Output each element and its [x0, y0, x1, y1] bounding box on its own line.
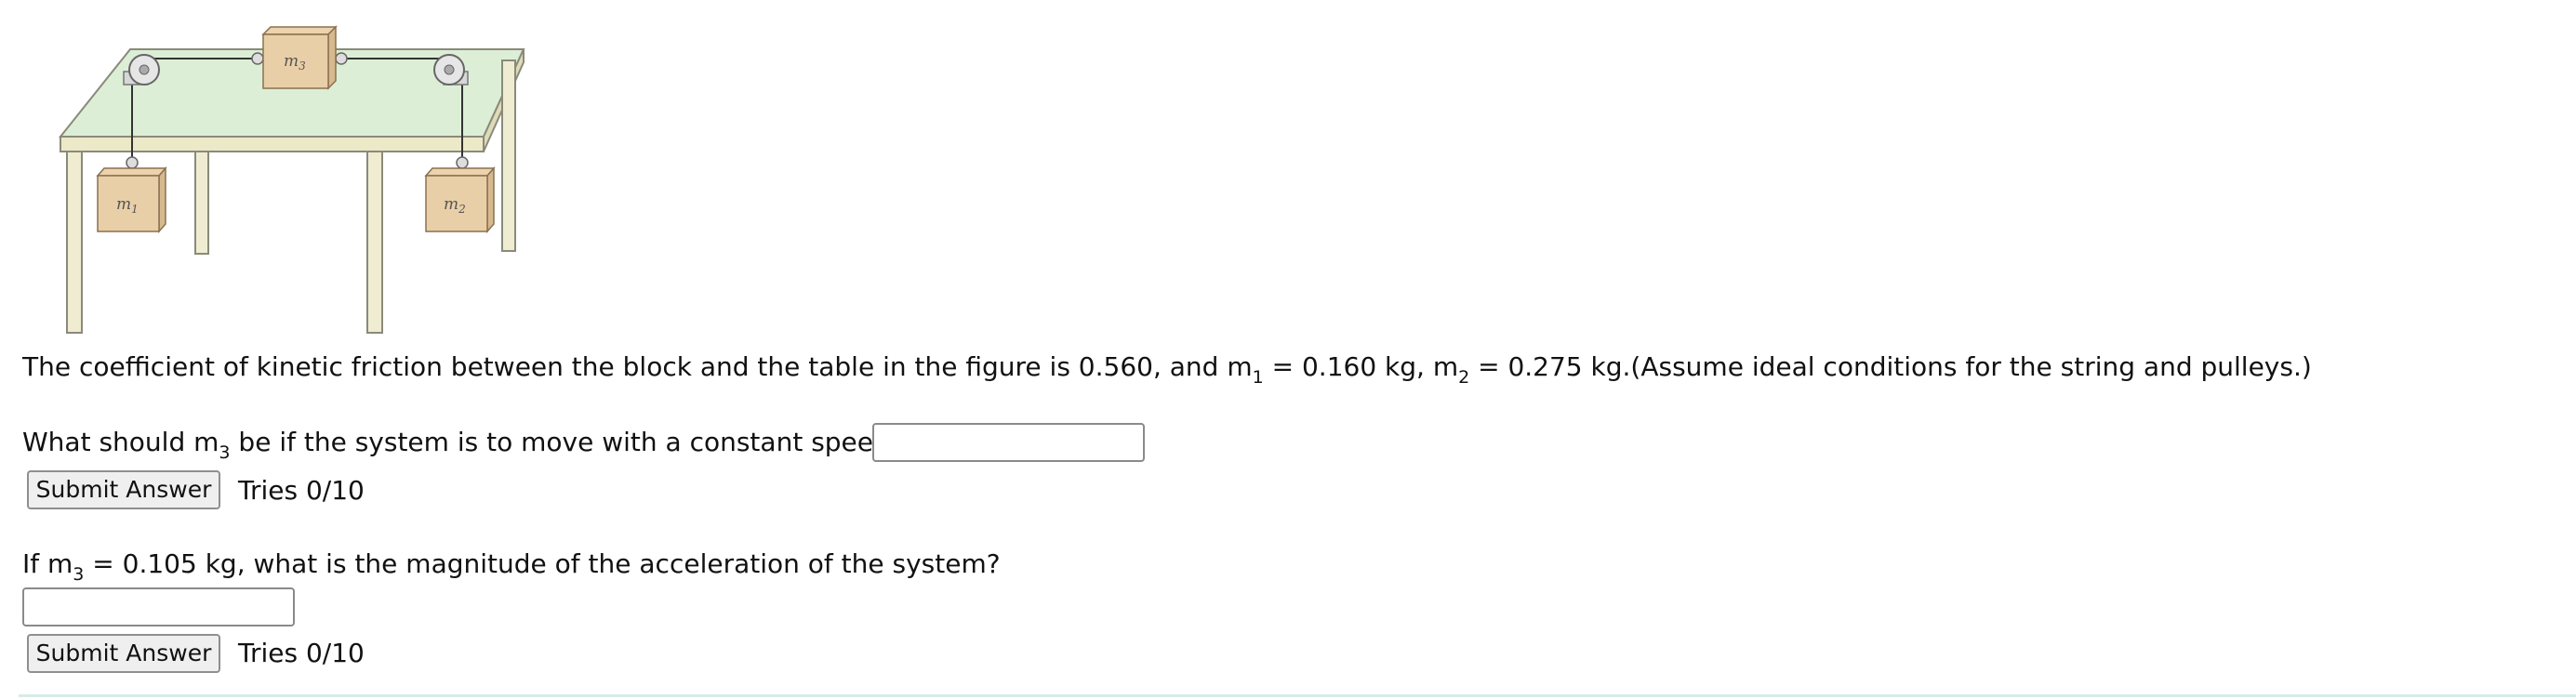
table-leg-front-right [366, 151, 383, 334]
block-m1: m1 [96, 166, 167, 233]
hook-m3-left [251, 52, 264, 65]
statement-part1: The coefficient of kinetic friction betw… [22, 351, 1253, 382]
table-leg-front-left [66, 151, 83, 334]
question2-submit-button[interactable]: Submit Answer [27, 634, 220, 673]
question1-prefix: What should m [22, 427, 219, 457]
statement-sub1: 1 [1252, 367, 1264, 388]
question1-submit-button[interactable]: Submit Answer [27, 470, 220, 509]
hook-m3-right [335, 52, 348, 65]
question2-tries: Tries 0/10 [238, 638, 365, 668]
statement-sub2: 2 [1458, 367, 1470, 388]
question1-suffix: be if the system is to move with a const… [230, 427, 904, 457]
question1-sub: 3 [219, 442, 231, 463]
hook-m1 [126, 156, 139, 169]
bottom-divider [19, 694, 2576, 697]
statement-part3: = 0.275 kg.(Assume ideal conditions for … [1469, 351, 2312, 382]
question2-suffix: = 0.105 kg, what is the magnitude of the… [84, 548, 1001, 579]
table-leg-back-right [501, 59, 516, 252]
question1-text: What should m3 be if the system is to mo… [22, 426, 904, 462]
question2-prefix: If m [22, 548, 73, 579]
block-m2: m2 [424, 166, 496, 233]
block-m3: m3 [261, 25, 338, 90]
table-pulley-figure: m3 m1 m2 [58, 25, 525, 334]
question1-answer-input[interactable] [872, 423, 1145, 462]
statement-part2: = 0.160 kg, m [1263, 351, 1459, 382]
table-leg-back-left [194, 151, 209, 255]
question2-text: If m3 = 0.105 kg, what is the magnitude … [22, 547, 1001, 584]
question2-answer-input[interactable] [22, 587, 295, 626]
question2-sub: 3 [73, 564, 85, 585]
question1-tries: Tries 0/10 [238, 475, 365, 506]
table-front-edge [60, 136, 485, 152]
hook-m2 [456, 156, 469, 169]
problem-statement: The coefficient of kinetic friction betw… [22, 350, 2312, 387]
